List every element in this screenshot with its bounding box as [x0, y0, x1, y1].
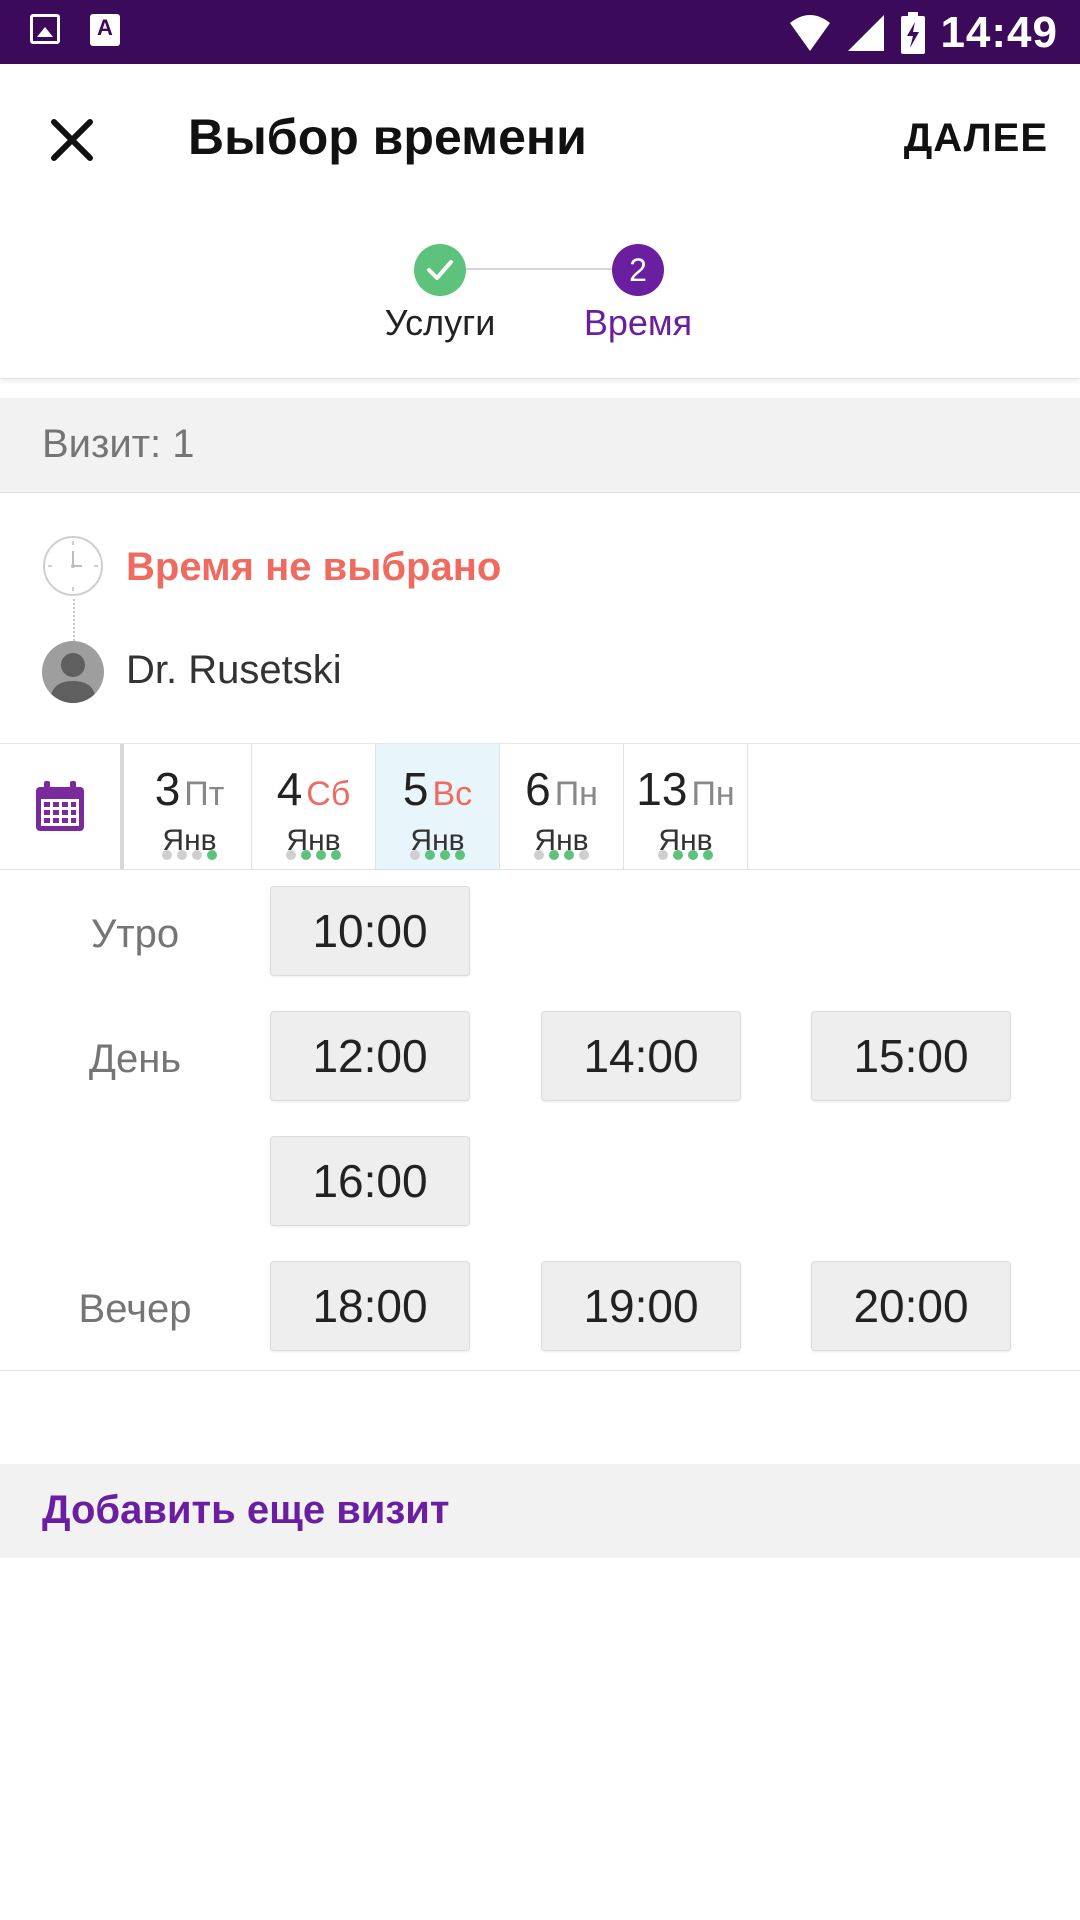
availability-dot: [549, 850, 559, 860]
visit-info: Время не выбрано Dr. Rusetski: [0, 493, 1080, 744]
close-icon: [51, 119, 93, 161]
calendar-button[interactable]: [0, 744, 124, 869]
date-day: 13: [636, 763, 688, 815]
date-weekday: Вс: [432, 775, 473, 813]
availability-dot: [192, 850, 202, 860]
step-services-done[interactable]: [414, 244, 466, 296]
step-time-label: Время: [583, 302, 693, 343]
step-time-number[interactable]: 2: [612, 244, 664, 296]
clock-icon: [43, 536, 103, 596]
date-day: 3: [154, 763, 181, 815]
availability-dot: [703, 850, 713, 860]
doctor-name[interactable]: Dr. Rusetski: [126, 648, 342, 693]
availability-dot: [455, 850, 465, 860]
time-slot[interactable]: 20:00: [811, 1261, 1011, 1351]
date-day: 5: [402, 763, 429, 815]
add-visit-button[interactable]: Добавить еще визит: [0, 1464, 1080, 1558]
availability-dot: [162, 850, 172, 860]
date-day: 6: [525, 763, 551, 815]
add-visit-label: Добавить еще визит: [42, 1488, 450, 1532]
date-weekday: Пт: [184, 775, 225, 813]
availability-dots: [252, 850, 375, 860]
date-weekday: Пн: [554, 775, 598, 813]
avatar: [42, 641, 104, 703]
status-time: 14:49: [940, 8, 1058, 57]
availability-dot: [316, 850, 326, 860]
time-slot[interactable]: 14:00: [541, 1011, 741, 1101]
date-cell[interactable]: 3 Пт Янв: [128, 744, 252, 869]
date-weekday: Пн: [691, 775, 735, 813]
close-button[interactable]: [44, 112, 100, 168]
time-status: Время не выбрано: [126, 545, 502, 589]
date-strip: 3 Пт Янв 4 Сб Янв 5 Вс Янв 6 Пн Янв 13 Пн Янв: [0, 744, 1080, 870]
stepper: 2 Услуги Время: [0, 212, 1080, 379]
visit-header: Визит: 1: [0, 398, 1080, 493]
page-title: Выбор времени: [188, 109, 587, 165]
availability-dot: [301, 850, 311, 860]
time-slot[interactable]: 15:00: [811, 1011, 1011, 1101]
date-cell[interactable]: 13 Пн Янв: [624, 744, 748, 869]
step-services-label: Услуги: [384, 302, 496, 343]
date-day: 4: [276, 763, 303, 815]
time-slot[interactable]: 18:00: [270, 1261, 470, 1351]
availability-dot: [579, 850, 589, 860]
date-weekday: Сб: [306, 775, 351, 813]
availability-dot: [658, 850, 668, 860]
availability-dot: [410, 850, 420, 860]
time-slot[interactable]: 19:00: [541, 1261, 741, 1351]
availability-dots: [376, 850, 499, 860]
availability-dot: [177, 850, 187, 860]
battery-charging-icon: [901, 12, 926, 54]
availability-dot: [207, 850, 217, 860]
period-evening-label: Вечер: [78, 1287, 192, 1331]
person-icon: [50, 653, 96, 703]
app-bar: Выбор времени ДАЛЕЕ: [0, 64, 1080, 212]
time-slot[interactable]: 10:00: [270, 886, 470, 976]
date-cell[interactable]: 6 Пн Янв: [500, 744, 624, 869]
next-button[interactable]: ДАЛЕЕ: [904, 116, 1048, 161]
period-day-label: День: [88, 1037, 182, 1081]
availability-dot: [425, 850, 435, 860]
date-cell[interactable]: 4 Сб Янв: [252, 744, 376, 869]
period-morning-label: Утро: [90, 912, 180, 956]
date-list: 3 Пт Янв 4 Сб Янв 5 Вс Янв 6 Пн Янв 13 Пн Янв: [128, 744, 748, 869]
wifi-icon: [790, 15, 831, 51]
time-slots: Утро 10:00 День 12:00 14:00 15:00 16:00 …: [0, 870, 1080, 1371]
visit-label: Визит: 1: [42, 422, 195, 466]
availability-dot: [440, 850, 450, 860]
signal-icon: [848, 15, 885, 51]
availability-dots: [624, 850, 747, 860]
availability-dot: [688, 850, 698, 860]
availability-dot: [564, 850, 574, 860]
keyboard-a-icon: A: [90, 14, 120, 46]
availability-dot: [673, 850, 683, 860]
date-cell-selected[interactable]: 5 Вс Янв: [376, 744, 500, 869]
availability-dots: [500, 850, 623, 860]
check-icon: [427, 260, 453, 280]
availability-dot: [286, 850, 296, 860]
time-slot[interactable]: 16:00: [270, 1136, 470, 1226]
calendar-icon: [36, 780, 84, 831]
availability-dot: [534, 850, 544, 860]
status-bar: A 14:49: [0, 0, 1080, 64]
availability-dots: [128, 850, 251, 860]
timeline-connector: [73, 599, 75, 645]
time-slot[interactable]: 12:00: [270, 1011, 470, 1101]
availability-dot: [331, 850, 341, 860]
image-icon: [30, 14, 60, 44]
